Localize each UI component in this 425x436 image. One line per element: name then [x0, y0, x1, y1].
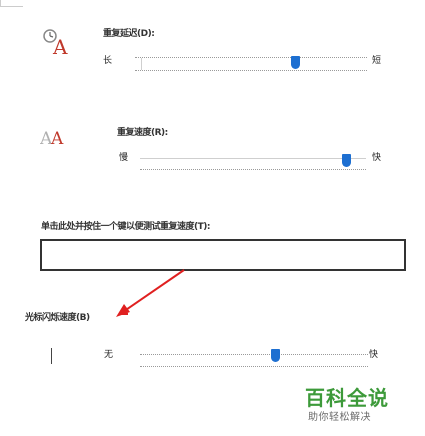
repeat-delay-slider[interactable] [135, 52, 367, 72]
test-area-label: 单击此处并按住一个键以便测试重复速度(T): [41, 222, 210, 232]
repeat-rate-label: 重复速度(R): [117, 128, 168, 138]
repeat-delay-icon: A [42, 28, 70, 59]
watermark-title: 百科全说 [305, 386, 389, 410]
repeat-delay-left-label: 长 [103, 56, 113, 66]
repeat-rate-slider-thumb[interactable] [342, 154, 351, 167]
cursor-blink-left-label: 无 [104, 350, 114, 360]
repeat-delay-right-label: 短 [372, 56, 382, 66]
repeat-rate-icon: A A [39, 125, 70, 149]
watermark-subtitle: 助你轻松解决 [308, 412, 371, 423]
window-frame-fragment [0, 0, 23, 7]
cursor-blink-slider[interactable] [140, 345, 368, 369]
repeat-rate-right-label: 快 [372, 153, 382, 163]
cursor-blink-label: 光标闪烁速度(B) [25, 313, 90, 323]
repeat-delay-slider-thumb[interactable] [291, 56, 300, 69]
repeat-test-input[interactable] [40, 239, 406, 271]
svg-text:A: A [52, 35, 68, 56]
repeat-rate-left-label: 慢 [119, 153, 129, 163]
repeat-rate-slider[interactable] [140, 150, 366, 172]
svg-text:A: A [50, 129, 64, 147]
cursor-blink-slider-thumb[interactable] [271, 349, 280, 362]
annotation-arrow [110, 268, 190, 320]
cursor-blink-right-label: 快 [369, 350, 379, 360]
repeat-delay-label: 重复延迟(D): [103, 29, 155, 39]
cursor-blink-preview [51, 348, 52, 364]
